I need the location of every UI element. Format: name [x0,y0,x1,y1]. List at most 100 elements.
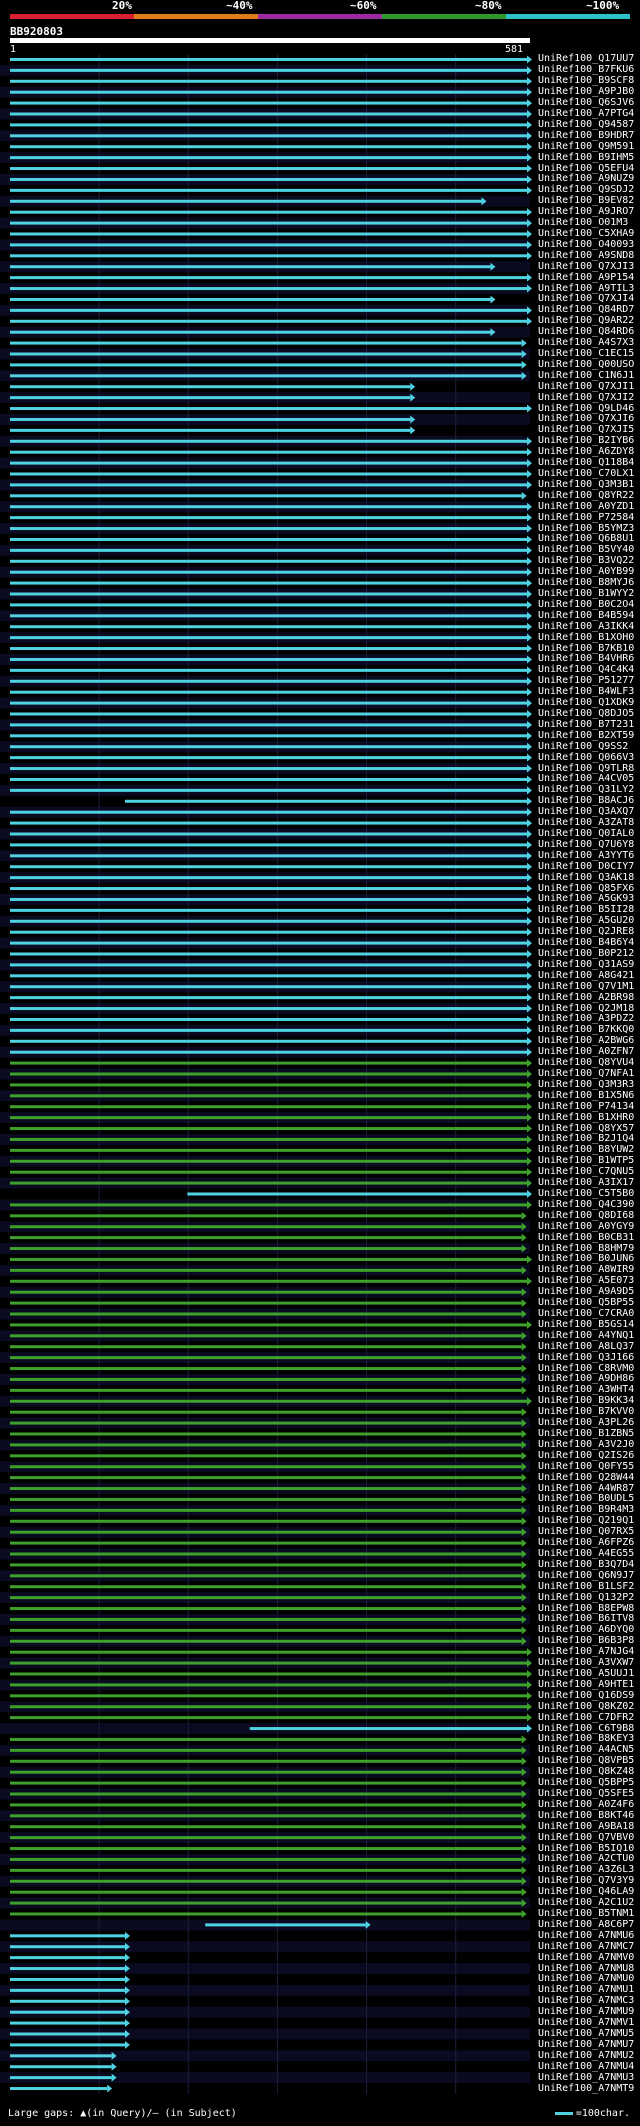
hit-bar[interactable] [10,1639,522,1643]
hit-label[interactable]: UniRef100_Q7V3Y9 [538,1876,634,1886]
hit-bar[interactable] [10,1508,522,1512]
hit-bar[interactable] [10,1017,527,1021]
hit-bar[interactable] [10,1574,522,1578]
hit-label[interactable]: UniRef100_Q9SDJ2 [538,185,634,195]
hit-bar[interactable] [10,1443,522,1447]
hit-bar[interactable] [10,2087,108,2091]
hit-bar[interactable] [10,276,527,280]
hit-bar[interactable] [10,1999,125,2003]
hit-bar[interactable] [10,1977,125,1981]
hit-label[interactable]: UniRef100_C8RVM0 [538,1363,634,1374]
hit-label[interactable]: UniRef100_A4ACN5 [538,1745,634,1755]
hit-label[interactable]: UniRef100_P72584 [538,512,634,523]
hit-bar[interactable] [10,1377,522,1381]
hit-label[interactable]: UniRef100_A3Z6L3 [538,1865,634,1875]
hit-bar[interactable] [10,963,527,967]
hit-bar[interactable] [10,1879,522,1883]
hit-bar[interactable] [10,1781,522,1785]
hit-bar[interactable] [10,2054,112,2058]
hit-label[interactable]: UniRef100_A7PTG4 [538,109,634,119]
hit-label[interactable]: UniRef100_Q7XJI2 [538,392,634,403]
hit-bar[interactable] [10,941,527,945]
hit-bar[interactable] [10,1137,527,1141]
hit-bar[interactable] [10,1399,527,1403]
hit-bar[interactable] [10,1225,522,1229]
hit-label[interactable]: UniRef100_A5E073 [538,1276,634,1286]
hit-bar[interactable] [10,396,411,400]
hit-bar[interactable] [10,57,527,61]
hit-bar[interactable] [10,1039,527,1043]
hit-label[interactable]: UniRef100_A5GU20 [538,916,634,926]
hit-bar[interactable] [10,1421,522,1425]
hit-bar[interactable] [10,810,527,814]
hit-label[interactable]: UniRef100_A6ZDY8 [538,447,634,457]
hit-bar[interactable] [10,210,527,214]
hit-bar[interactable] [10,1312,522,1316]
hit-label[interactable]: UniRef100_O01M3 [538,218,628,228]
hit-bar[interactable] [10,1890,522,1894]
hit-bar[interactable] [10,788,527,792]
hit-label[interactable]: UniRef100_D0CIY7 [538,861,634,872]
hit-label[interactable]: UniRef100_Q7XJI6 [538,414,634,424]
hit-label[interactable]: UniRef100_Q7V1M1 [538,981,634,992]
hit-label[interactable]: UniRef100_A9BA18 [538,1821,634,1832]
hit-label[interactable]: UniRef100_B4VHR6 [538,654,634,664]
hit-bar[interactable] [10,996,527,1000]
hit-label[interactable]: UniRef100_B1X5N6 [538,1090,634,1101]
hit-bar[interactable] [10,167,527,171]
hit-label[interactable]: UniRef100_Q7XJI4 [538,294,634,304]
hit-label[interactable]: UniRef100_A7NMU1 [538,1985,634,1995]
hit-label[interactable]: UniRef100_P74134 [538,1101,634,1112]
hit-bar[interactable] [10,1487,522,1491]
hit-label[interactable]: UniRef100_A2BR98 [538,992,634,1003]
hit-bar[interactable] [10,679,527,683]
hit-bar[interactable] [10,407,527,411]
hit-bar[interactable] [10,1694,527,1698]
hit-bar[interactable] [10,1301,522,1305]
hit-bar[interactable] [10,134,527,138]
hit-bar[interactable] [10,570,527,574]
hit-bar[interactable] [10,1159,527,1163]
hit-bar[interactable] [10,636,527,640]
hit-bar[interactable] [10,450,527,454]
hit-label[interactable]: UniRef100_Q3J166 [538,1352,634,1363]
hit-bar[interactable] [10,603,527,607]
hit-bar[interactable] [10,188,527,192]
hit-label[interactable]: UniRef100_Q2IS26 [538,1450,634,1461]
hit-label[interactable]: UniRef100_C7QNU5 [538,1167,634,1177]
hit-label[interactable]: UniRef100_Q8YR22 [538,490,634,501]
hit-label[interactable]: UniRef100_B7KVV0 [538,1407,634,1417]
hit-bar[interactable] [10,592,527,596]
hit-bar[interactable] [187,1192,528,1196]
hit-label[interactable]: UniRef100_A7NMU7 [538,2039,634,2050]
hit-label[interactable]: UniRef100_Q31LY2 [538,785,634,795]
hit-label[interactable]: UniRef100_B7KKQ0 [538,1025,634,1035]
hit-label[interactable]: UniRef100_B9KK34 [538,1396,634,1406]
hit-label[interactable]: UniRef100_Q7U6Y8 [538,839,634,850]
hit-label[interactable]: UniRef100_Q7VBV0 [538,1832,634,1843]
hit-bar[interactable] [10,1934,125,1938]
hit-bar[interactable] [10,1748,522,1752]
hit-label[interactable]: UniRef100_B2IYB6 [538,436,634,446]
hit-label[interactable]: UniRef100_B4B594 [538,610,634,621]
hit-bar[interactable] [10,1454,522,1458]
hit-bar[interactable] [10,1650,527,1654]
hit-bar[interactable] [10,625,527,629]
hit-label[interactable]: UniRef100_A9SND8 [538,250,634,261]
hit-label[interactable]: UniRef100_B0P212 [538,949,634,959]
hit-label[interactable]: UniRef100_A3IKK4 [538,621,634,632]
hit-bar[interactable] [10,123,527,127]
hit-label[interactable]: UniRef100_Q6SJV6 [538,98,634,108]
hit-bar[interactable] [10,1072,527,1076]
hit-bar[interactable] [10,1836,522,1840]
hit-label[interactable]: UniRef100_A9JRO7 [538,207,634,217]
hit-bar[interactable] [10,308,527,312]
hit-label[interactable]: UniRef100_B9EV82 [538,196,634,206]
hit-bar[interactable] [10,745,527,749]
hit-label[interactable]: UniRef100_P51277 [538,676,634,686]
hit-label[interactable]: UniRef100_B5GS14 [538,1319,634,1330]
hit-label[interactable]: UniRef100_C70LX1 [538,469,634,479]
hit-label[interactable]: UniRef100_A7NMU9 [538,2007,634,2017]
hit-label[interactable]: UniRef100_A2CTU0 [538,1854,634,1864]
hit-bar[interactable] [10,1967,125,1971]
